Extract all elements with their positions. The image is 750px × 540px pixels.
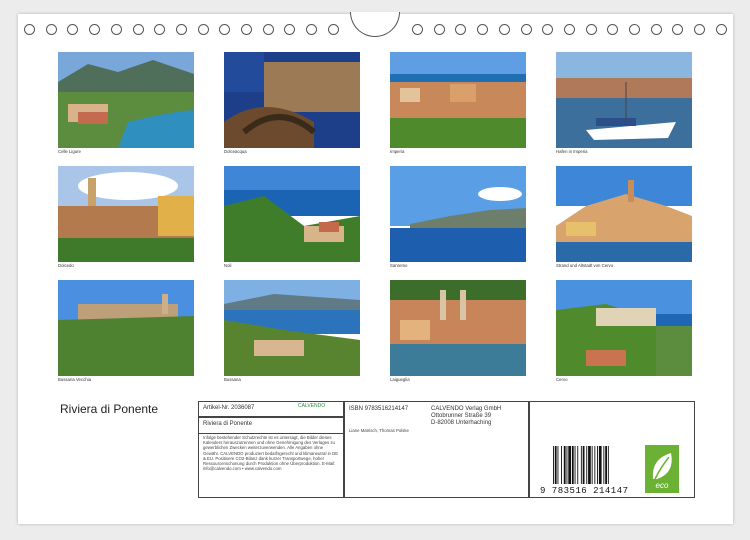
barcode-bar (605, 446, 607, 484)
binding-ring (24, 24, 35, 35)
photo-caption: Dolcedo (58, 263, 74, 268)
photo-cervo (556, 280, 692, 376)
binding-ring (67, 24, 79, 35)
binding-ring (672, 24, 684, 35)
photo-sanremo (390, 166, 526, 262)
photo-caption: Imperia (390, 149, 405, 154)
binding-ring (327, 24, 339, 35)
photo-caption: Bussana (224, 377, 241, 382)
author: Liane Matrisch, Thomas Polske (349, 428, 409, 433)
barcode-bar (554, 446, 557, 484)
photo-noli (224, 166, 360, 262)
article-number: Artikel-Nr. 2036087 (203, 405, 255, 411)
publisher-street: Ottobrunner Straße 39 (431, 413, 492, 419)
photo-imperia (390, 52, 526, 148)
photo-hafen-imperia (556, 52, 692, 148)
binding-ring (694, 24, 706, 35)
barcode-bar (580, 446, 582, 484)
binding-ring (433, 24, 445, 35)
barcode-bar (586, 446, 588, 484)
barcode-bar (582, 446, 585, 484)
barcode (553, 446, 609, 484)
barcode-bar (588, 446, 591, 484)
barcode-bar (571, 446, 574, 484)
photo-bussana-vecchia (58, 280, 194, 376)
photo-caption: Celle Ligure (58, 149, 81, 154)
calendar-back-page: Celle Ligure Dolceacqua Imperia Hafen in… (18, 12, 733, 524)
barcode-bar (598, 446, 602, 484)
binding-ring (563, 24, 575, 35)
binding-ring (455, 24, 467, 35)
binding-ring (154, 24, 166, 35)
photo-caption: Strand und Altstadt von Cervo (556, 263, 614, 268)
eco-label: eco (655, 481, 669, 490)
barcode-bar (603, 446, 605, 484)
eco-badge: eco (645, 445, 679, 493)
photo-bussana (224, 280, 360, 376)
binding-ring (306, 24, 318, 35)
binding-ring (650, 24, 662, 35)
barcode-bar (553, 446, 554, 484)
photo-caption: Sanremo (390, 263, 408, 268)
disclaimer-text: Infolge bestehender Schutzrechte ist es … (203, 435, 339, 472)
binding-ring (219, 24, 231, 35)
barcode-number: 9 783516 214147 (540, 486, 629, 496)
binding-ring (629, 24, 640, 35)
binding-ring (284, 24, 296, 35)
barcode-bar (574, 446, 576, 484)
calendar-title: Riviera di Ponente (60, 402, 159, 416)
photo-caption: Hafen in Imperia (556, 149, 588, 154)
barcode-bar (597, 446, 598, 484)
binding-ring (412, 24, 423, 35)
photo-caption: Noli (224, 263, 232, 268)
photo-caption: Laigueglia (390, 377, 410, 382)
publisher-city: D-82008 Unterhaching (431, 420, 492, 426)
binding-ring (110, 24, 122, 35)
binding-ring (477, 24, 489, 35)
barcode-bar (563, 446, 566, 484)
barcode-bar (594, 446, 596, 484)
calvendo-logo: CALVENDO (298, 403, 326, 409)
barcode-bar (568, 446, 571, 484)
photo-caption: Bussana Vecchia (58, 377, 91, 382)
binding-ring (585, 24, 597, 35)
photo-laigueglia (390, 280, 526, 376)
barcode-bar (561, 446, 562, 484)
binding-ring (197, 24, 209, 35)
photo-dolceacqua (224, 52, 360, 148)
binding-ring (520, 24, 532, 35)
photo-celle-ligure (58, 52, 194, 148)
photo-caption: Cervo (556, 377, 568, 382)
photo-dolcedo (58, 166, 194, 262)
binding-ring (175, 24, 187, 35)
binding-ring (89, 24, 101, 35)
binding-ring (542, 24, 554, 35)
info-calendar-title: Riviera di Ponente (203, 421, 253, 427)
barcode-bar (591, 446, 593, 484)
barcode-bar (557, 446, 559, 484)
binding-ring (262, 24, 274, 35)
publisher: CALVENDO Verlag GmbH (431, 406, 502, 412)
binding-ring (241, 24, 252, 35)
binding-ring (607, 24, 619, 35)
binding-ring (45, 24, 57, 35)
barcode-bar (566, 446, 568, 484)
photo-caption: Dolceacqua (224, 149, 247, 154)
barcode-bar (577, 446, 579, 484)
binding-ring (715, 24, 727, 35)
binding-ring (132, 24, 144, 35)
barcode-bar (607, 446, 609, 484)
binding-ring (498, 24, 510, 35)
isbn: ISBN 9783516214147 (349, 406, 409, 412)
photo-cervo-beach (556, 166, 692, 262)
